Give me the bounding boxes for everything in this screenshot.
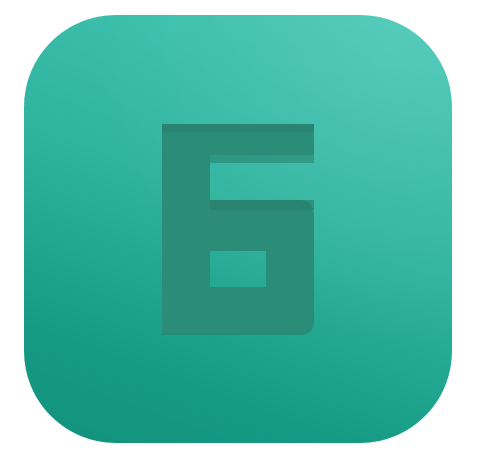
glyph-top-edge	[162, 124, 314, 132]
cyrillic-be-letter-icon	[162, 124, 314, 335]
glyph-counter-edge	[210, 200, 314, 210]
app-icon[interactable]	[24, 15, 452, 443]
